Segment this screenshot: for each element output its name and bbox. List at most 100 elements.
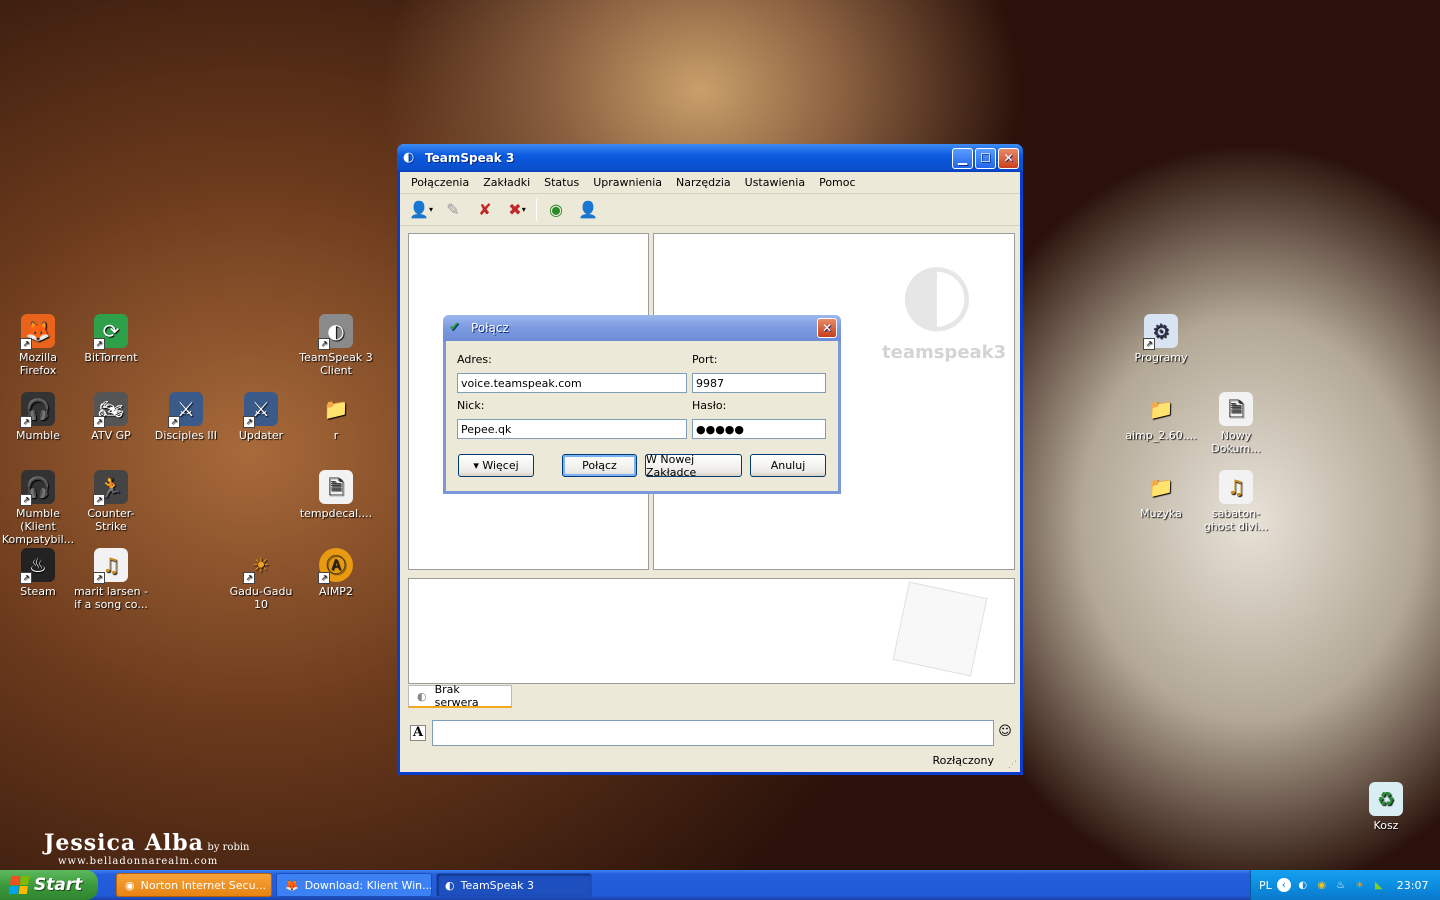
disciples-icon: ⚔	[168, 392, 203, 428]
desktop-icon-gadu-gadu[interactable]: ☀ Gadu-Gadu 10	[223, 548, 299, 612]
address-input[interactable]	[457, 373, 687, 393]
connect-tool-button[interactable]: 👤 ▾	[408, 198, 434, 222]
maximize-button[interactable]: ☐	[975, 147, 996, 169]
user-settings-icon: 👤	[578, 200, 598, 219]
desktop-icon-teamspeak[interactable]: ◐ TeamSpeak 3 Client	[298, 314, 374, 377]
steam-tray-icon[interactable]: ♨	[1334, 878, 1348, 892]
desktop-icon-label: marit larsen - if a song co...	[73, 585, 149, 611]
norton-tray-icon[interactable]: ◉	[1315, 878, 1329, 892]
desktop-icon-aimp2[interactable]: Ⓐ AIMP2	[298, 548, 374, 598]
programs-icon: ⚙	[1143, 314, 1178, 350]
minimize-button[interactable]: ▁	[952, 147, 973, 169]
desktop-icon-counter-strike[interactable]: 🏃 Counter-Strike	[73, 470, 149, 533]
disconnect-tool-button[interactable]: ✎	[440, 198, 466, 222]
desktop-icon-label: r	[333, 429, 339, 442]
teamspeak-tray-icon[interactable]: ◐	[1296, 878, 1310, 892]
windows-flag-icon	[8, 876, 30, 894]
tab-no-server[interactable]: ◐ Brak serwera	[408, 683, 512, 709]
mumble-icon: 🎧	[20, 470, 55, 506]
teamspeak-logo-icon: ◐	[900, 243, 974, 341]
desktop-icon-label: Nowy Dokum...	[1211, 429, 1261, 455]
gadu-gadu-tray-icon[interactable]: ☀	[1353, 878, 1367, 892]
resize-grip-icon[interactable]: ⋰	[1008, 760, 1018, 770]
dialog-titlebar[interactable]: ✔ Połącz ✕	[443, 315, 841, 341]
menu-uprawnienia[interactable]: Uprawnienia	[586, 176, 669, 189]
menu-narzedzia[interactable]: Narzędzia	[669, 176, 738, 189]
identity-tool-button[interactable]: 👤	[575, 198, 601, 222]
status-text: Rozłączony	[932, 754, 994, 767]
mute-mic-tool-button[interactable]: ✘	[472, 198, 498, 222]
gadu-gadu-icon: ☀	[243, 548, 278, 584]
desktop-icon-mumble-compat[interactable]: 🎧 Mumble (Klient Kompatybil...	[0, 470, 76, 546]
clock: 23:07	[1396, 878, 1429, 892]
cancel-button[interactable]: Anuluj	[750, 454, 826, 477]
desktop-icon-label: sabaton-ghost divi...	[1203, 507, 1269, 533]
connect-button[interactable]: Połącz	[562, 454, 637, 477]
desktop-icon-disciples[interactable]: ⚔ Disciples III	[148, 392, 224, 442]
desktop-icon-firefox[interactable]: 🦊 Mozilla Firefox	[0, 314, 76, 377]
desktop-icon-label: Counter-Strike	[87, 507, 135, 533]
desktop-icon-bittorrent[interactable]: ⟳ BitTorrent	[73, 314, 149, 364]
chat-input[interactable]	[432, 720, 994, 746]
menu-status[interactable]: Status	[537, 176, 586, 189]
desktop-icon-muzyka[interactable]: 📁 Muzyka	[1123, 470, 1199, 521]
password-label: Hasło:	[692, 399, 727, 412]
desktop-icon-folder-r[interactable]: 📁 r	[298, 392, 374, 443]
desktop-icon-label: Gadu-Gadu 10	[229, 585, 293, 611]
folder-icon: 📁	[323, 396, 349, 421]
desktop-icon-label: AIMP2	[319, 585, 353, 598]
mute-speakers-tool-button[interactable]: ✖ ▾	[504, 198, 530, 222]
task-label: Download: Klient Win...	[304, 878, 432, 892]
window-title: TeamSpeak 3	[425, 151, 515, 165]
task-firefox-download[interactable]: 🦊 Download: Klient Win...	[276, 873, 432, 897]
port-input[interactable]	[692, 373, 826, 393]
dialog-title: Połącz	[471, 321, 509, 335]
desktop-icon-label: Muzyka	[1140, 507, 1182, 520]
desktop-icon-atvgp[interactable]: 🏍 ATV GP	[73, 392, 149, 442]
desktop-icon-mumble[interactable]: 🎧 Mumble	[0, 392, 76, 442]
watermark-by: by robin	[207, 842, 250, 853]
task-norton[interactable]: ◉ Norton Internet Secu...	[116, 873, 272, 897]
start-button[interactable]: Start	[0, 870, 98, 900]
address-label: Adres:	[457, 353, 492, 366]
teamspeak-tab-icon: ◐	[417, 689, 427, 703]
new-tab-button[interactable]: W Nowej Zakładce	[645, 453, 742, 479]
desktop-icon-marit-larsen[interactable]: ♫ marit larsen - if a song co...	[73, 548, 149, 611]
tray-expand-icon[interactable]: ‹	[1276, 878, 1291, 892]
eye-icon: ◉	[549, 200, 563, 219]
window-titlebar[interactable]: ◐ TeamSpeak 3 ▁ ☐ ✕	[397, 144, 1023, 172]
updater-icon: ⚔	[243, 392, 278, 428]
nick-input[interactable]	[457, 419, 687, 439]
close-button[interactable]: ✕	[998, 147, 1019, 169]
desktop-icon-aimp-folder[interactable]: 📁 aimp_2.60....	[1123, 392, 1199, 443]
nvidia-tray-icon[interactable]: ◣	[1372, 878, 1386, 892]
desktop-icon-updater[interactable]: ⚔ Updater	[223, 392, 299, 442]
menu-pomoc[interactable]: Pomoc	[812, 176, 862, 189]
desktop-icon-label: Mumble	[16, 429, 60, 442]
menu-ustawienia[interactable]: Ustawienia	[738, 176, 812, 189]
toolbar-separator	[536, 198, 537, 221]
desktop-icon-tempdecal[interactable]: 🗎 tempdecal....	[298, 470, 374, 520]
desktop-icon-nowy-dokument[interactable]: 🗎 Nowy Dokum...	[1198, 392, 1274, 455]
desktop-icon-programy[interactable]: ⚙ Programy	[1123, 314, 1199, 364]
teamspeak-icon: ◐	[403, 150, 415, 165]
desktop-icon-steam[interactable]: ♨ Steam	[0, 548, 76, 598]
desktop-icon-kosz[interactable]: ♻ Kosz	[1348, 782, 1424, 832]
desktop-icon-label: tempdecal....	[299, 507, 373, 520]
connect-dialog: ✔ Połącz ✕ Adres: Port: Nick: Hasło: ▾ W…	[443, 315, 841, 494]
desktop-icon-sabaton[interactable]: ♫ sabaton-ghost divi...	[1198, 470, 1274, 533]
emoticon-icon[interactable]: ☺	[997, 724, 1013, 740]
away-tool-button[interactable]: ◉	[543, 198, 569, 222]
task-teamspeak[interactable]: ◐ TeamSpeak 3	[436, 873, 592, 897]
atvgp-icon: 🏍	[93, 392, 128, 428]
desktop-icon-label: Disciples III	[154, 429, 218, 442]
dialog-close-button[interactable]: ✕	[817, 318, 837, 338]
text-format-button[interactable]: A	[410, 725, 426, 741]
more-button[interactable]: ▾ Więcej	[458, 454, 534, 477]
language-indicator[interactable]: PL	[1259, 879, 1272, 892]
firefox-icon: 🦊	[285, 878, 299, 892]
menu-polaczenia[interactable]: Połączenia	[404, 176, 476, 189]
password-input[interactable]	[692, 419, 826, 439]
bittorrent-icon: ⟳	[93, 314, 128, 350]
menu-zakladki[interactable]: Zakładki	[476, 176, 537, 189]
